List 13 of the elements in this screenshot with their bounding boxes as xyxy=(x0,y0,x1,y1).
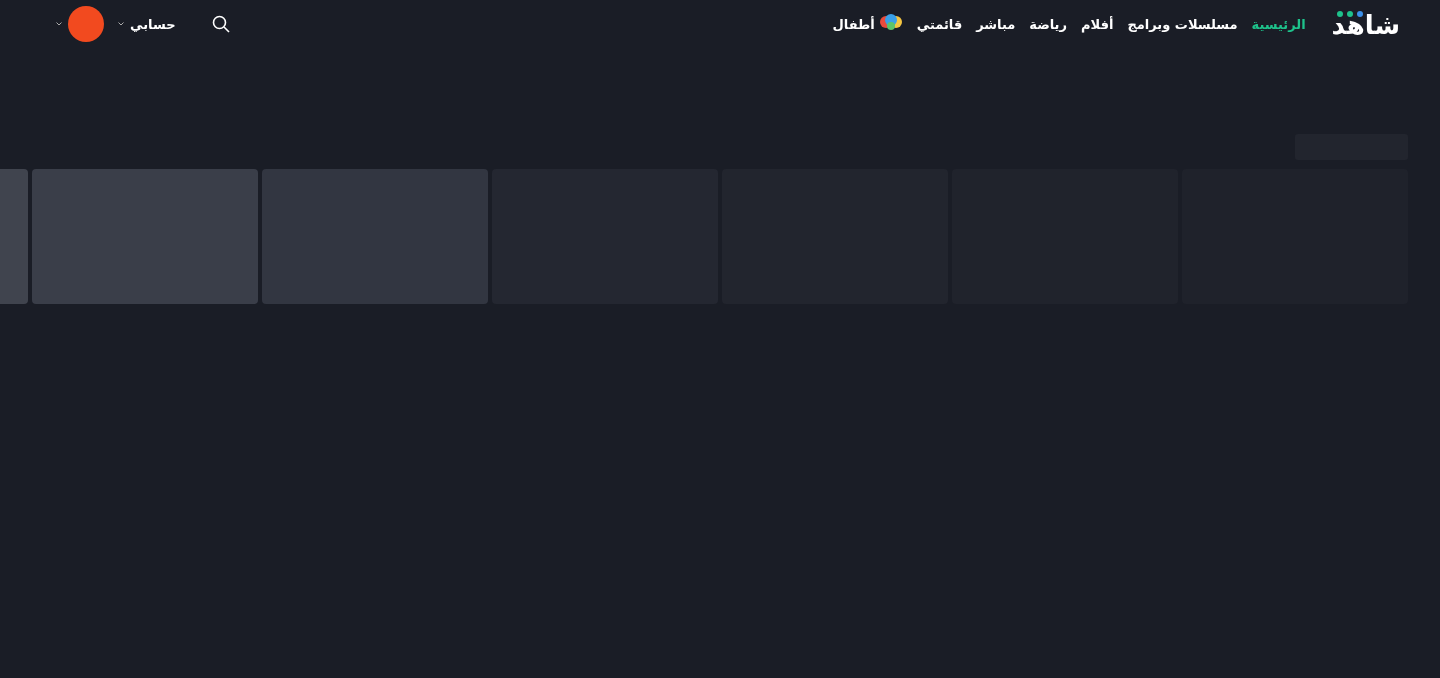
nav-link[interactable]: أطفال xyxy=(832,13,903,35)
account-menu[interactable]: حسابي xyxy=(118,16,176,32)
logo[interactable]: شاهد xyxy=(1331,8,1400,40)
caret-icon xyxy=(56,22,62,26)
nav-link[interactable]: أفلام xyxy=(1081,16,1114,32)
caret-icon xyxy=(118,22,124,26)
nav-link[interactable]: مسلسلات وبرامج xyxy=(1127,16,1238,32)
nav-link[interactable]: الرئيسية xyxy=(1251,16,1306,32)
nav-link[interactable]: رياضة xyxy=(1029,16,1067,32)
avatar-menu[interactable] xyxy=(56,6,104,42)
search-icon[interactable] xyxy=(211,15,230,33)
nav-link[interactable]: مباشر xyxy=(976,16,1016,32)
nav-link[interactable]: قائمتي xyxy=(916,16,963,32)
